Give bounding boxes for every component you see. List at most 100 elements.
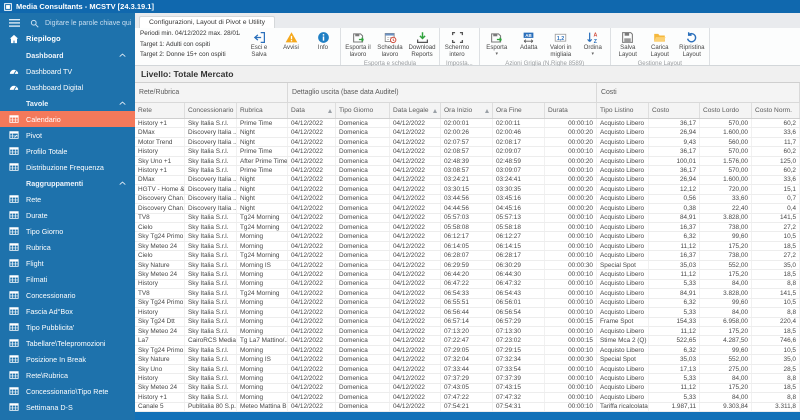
esporta-button[interactable]: Esporta ▾ (481, 30, 513, 56)
sidebar-item-filmati[interactable]: Filmati (0, 271, 135, 287)
table-row[interactable]: Sky Meteo 24 Sky Italia S.r.l. Morning 04/1… (135, 241, 800, 252)
table-row[interactable]: Cielo Sky Italia S.r.l. Tg24 Morning 04/12/… (135, 222, 800, 233)
table-cell: Discovery Italia ... (185, 194, 237, 204)
table-row[interactable]: Sky Tg24 Primo ...Sky Italia S.r.l.Morni… (135, 298, 800, 309)
table-row[interactable]: Sky Nature Sky Italia S.r.l. Morning IS 04/… (135, 260, 800, 271)
table-row[interactable]: Discovery Chan... Discovery Italia ... Nig… (135, 204, 800, 214)
grid-band-costi: Costi (597, 83, 800, 102)
table-cell: 04/12/2022 (288, 298, 336, 308)
sidebar-item-pivot[interactable]: Pivot (0, 127, 135, 143)
table-row[interactable]: Sky Uno Sky Italia S.r.l. Morning 04/12/202… (135, 364, 800, 375)
sidebar-item-label: Profilo Totale (26, 146, 68, 156)
search-input[interactable]: Digitare le parole chiave qui (45, 20, 131, 27)
ripristina-layout-button[interactable]: Ripristina Layout (676, 30, 708, 59)
download-reports-button[interactable]: Download Reports (406, 30, 438, 59)
salva-layout-button[interactable]: Salva Layout (612, 30, 644, 59)
table-row[interactable]: History Sky Italia S.r.l. Morning 04/12/202… (135, 308, 800, 318)
table-row[interactable]: TV8 Sky Italia S.r.l. Tg24 Morning 04/12/20… (135, 289, 800, 299)
column-header-costo-norm[interactable]: Costo Norm. (752, 103, 800, 118)
valori-in-migliaia-button[interactable]: 1,2 Valori in migliaia (545, 30, 577, 59)
table-row[interactable]: Cielo Sky Italia S.r.l. Tg24 Morning 04/12/… (135, 251, 800, 261)
sidebar-item-tavole[interactable]: Tavole (0, 95, 135, 111)
column-header-concessionario[interactable]: Concessionario (185, 103, 237, 118)
table-row[interactable]: Sky Tg24 Primo ...Sky Italia S.r.l.Morni… (135, 345, 800, 356)
table-row[interactable]: Sky Meteo 24 Sky Italia S.r.l. Morning 04/1… (135, 383, 800, 394)
table-row[interactable]: History Sky Italia S.r.l. Morning 04/12/202… (135, 374, 800, 384)
table-row[interactable]: Sky Meteo 24 Sky Italia S.r.l. Morning 04/1… (135, 326, 800, 337)
column-header-rubrica[interactable]: Rubrica (237, 103, 288, 118)
sidebar-item-profilo-totale[interactable]: Profilo Totale (0, 143, 135, 159)
table-row[interactable]: History +1 Sky Italia S.r.l. Prime Time 04/… (135, 119, 800, 129)
schermo-intero-button[interactable]: Schermo intero (441, 30, 473, 59)
sidebar-item-tipo-giorno[interactable]: Tipo Giorno (0, 223, 135, 239)
table-row[interactable]: History Sky Italia S.r.l. Prime Time 04/12/… (135, 147, 800, 157)
column-header-ora-inizio[interactable]: Ora Inizio (441, 103, 493, 118)
table-icon (9, 146, 19, 156)
table-row[interactable]: HGTV - Home & ...Discovery Italia ...Nig… (135, 185, 800, 195)
sidebar-item-tabellare-telepromozioni[interactable]: Tabellare\Telepromozioni (0, 335, 135, 351)
ordina-button[interactable]: A Z Ordina ▾ (577, 30, 609, 56)
table-row[interactable]: Sky Tg24 Dtt Sky Italia S.r.l. Morning 04/1… (135, 317, 800, 327)
sidebar-item-dashboard[interactable]: Dashboard (0, 47, 135, 63)
table-row[interactable]: Motor Trend Discovery Italia ... Night 04/1… (135, 137, 800, 148)
sidebar-item-posizione-in-break[interactable]: Posizione In Break (0, 351, 135, 367)
table-row[interactable]: TV8 Sky Italia S.r.l. Tg24 Morning 04/12/20… (135, 213, 800, 223)
table-row[interactable]: Canale 5 Publitalia 80 S.p... Meteo Mattin… (135, 402, 800, 413)
esci-e-salva-button[interactable]: Esci e Salva (243, 30, 275, 59)
button-label: Esporta il lavoro (345, 44, 371, 58)
sidebar-item-dashboard-digital[interactable]: Dashboard Digital (0, 79, 135, 95)
tab-configurazioni-layout[interactable]: Configurazioni, Layout di Pivot e Utilit… (139, 16, 275, 28)
column-header-costo-lordo[interactable]: Costo Lordo (700, 103, 752, 118)
column-header-data[interactable]: Data (288, 103, 336, 118)
schedula-lavoro-button[interactable]: Schedula lavoro (374, 30, 406, 59)
table-row[interactable]: La7CairoRCS Media ...Tg La7 Mattino/...0… (135, 336, 800, 346)
sidebar-item-flight[interactable]: Flight (0, 255, 135, 271)
column-header-data-legale[interactable]: Data Legale (390, 103, 441, 118)
horizontal-scrollbar[interactable] (135, 412, 800, 420)
table-row[interactable]: DMax Discovery Italia ... Night 04/12/2022 D… (135, 175, 800, 186)
table-row[interactable]: Sky Tg24 Primo ...Sky Italia S.r.l.Morni… (135, 232, 800, 242)
sidebar-item-concessionario-tipo-rete[interactable]: Concessionario\Tipo Rete (0, 383, 135, 399)
sidebar-item-fascia-ad-box[interactable]: Fascia Ad°Box (0, 303, 135, 319)
info-button[interactable]: Info (307, 30, 339, 52)
column-header-tipo-listino[interactable]: Tipo Listino (597, 103, 649, 118)
table-row[interactable]: History +1 Sky Italia S.r.l. Prime Time 04/… (135, 166, 800, 176)
table-row[interactable]: Sky Meteo 24 Sky Italia S.r.l. Morning 04/1… (135, 270, 800, 280)
table-cell: 03:30:35 (493, 185, 545, 194)
column-header-durata[interactable]: Durata (545, 103, 597, 118)
sidebar-item-concessionario[interactable]: Concessionario (0, 287, 135, 303)
column-header-ora-fine[interactable]: Ora Fine (493, 103, 545, 118)
column-header-tipo-giorno[interactable]: Tipo Giorno (336, 103, 390, 118)
table-row[interactable]: Sky Uno +1 Sky Italia S.r.l. After Prime T… (135, 156, 800, 167)
carica-layout-button[interactable]: Carica Layout (644, 30, 676, 59)
table-cell: Tg24 Morning (237, 251, 288, 260)
table-cell: DMax (135, 128, 185, 137)
sidebar-item-riepilogo[interactable]: Riepilogo (0, 30, 135, 47)
sidebar-item-dashboard-tv[interactable]: Dashboard TV (0, 63, 135, 79)
sidebar-item-settimana-d-s[interactable]: Settimana D-S (0, 399, 135, 415)
reset-layout-icon (685, 31, 698, 45)
sidebar-item-tipo-pubblicita[interactable]: Tipo Pubblicita' (0, 319, 135, 335)
table-row[interactable]: Discovery Chan... Discovery Italia ... Nig… (135, 194, 800, 205)
table-row[interactable]: Sky Nature Sky Italia S.r.l. Morning IS 04/… (135, 355, 800, 365)
table-cell: Sky Tg24 Primo ... (135, 345, 185, 355)
sidebar-item-distribuzione-frequenza[interactable]: Distribuzione Frequenza (0, 159, 135, 175)
adatta-button[interactable]: AB Adatta (513, 30, 545, 52)
sidebar-item-rete-rubrica[interactable]: Rete\Rubrica (0, 367, 135, 383)
sidebar-item-raggruppamenti[interactable]: Raggruppamenti (0, 175, 135, 191)
avvisi-button[interactable]: Avvisi (275, 30, 307, 52)
sidebar-item-rete[interactable]: Rete (0, 191, 135, 207)
table-icon (9, 386, 19, 396)
column-header-costo[interactable]: Costo (649, 103, 700, 118)
table-row[interactable]: History Sky Italia S.r.l. Morning 04/12/202… (135, 279, 800, 290)
table-cell: 06:47:22 (441, 279, 493, 289)
sidebar-item-rubrica[interactable]: Rubrica (0, 239, 135, 255)
table-cell: Acquisto Libero (597, 364, 649, 374)
column-header-rete[interactable]: Rete (135, 103, 185, 118)
table-row[interactable]: History +1 Sky Italia S.r.l. Morning 04/12/… (135, 393, 800, 403)
menu-icon[interactable] (9, 19, 20, 27)
esporta-il-lavoro-button[interactable]: Esporta il lavoro (342, 30, 374, 59)
table-row[interactable]: DMax Discovery Italia ... Night 04/12/2022 D… (135, 128, 800, 138)
sidebar-item-durate[interactable]: Durate (0, 207, 135, 223)
sidebar-item-calendario[interactable]: Calendario (0, 111, 135, 127)
